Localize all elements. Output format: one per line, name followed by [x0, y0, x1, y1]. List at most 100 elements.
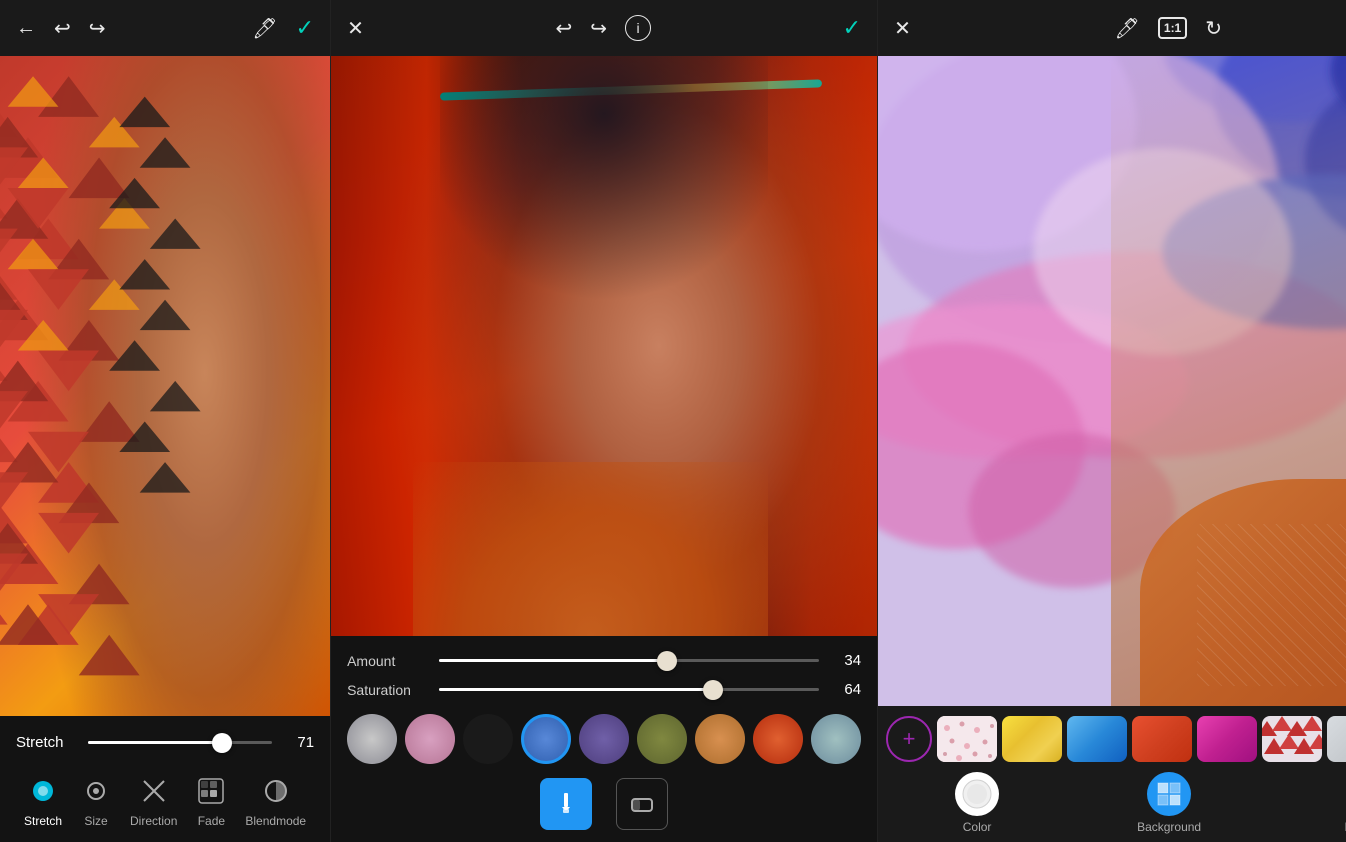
- color-swatches: [347, 704, 861, 772]
- saturation-label: Saturation: [347, 682, 427, 698]
- background-icon: [1147, 772, 1191, 816]
- bg-swatch-1[interactable]: [1002, 716, 1062, 762]
- stretch-slider-thumb[interactable]: [212, 733, 232, 753]
- tool-size-label: Size: [84, 814, 107, 828]
- background-panel: ✕ 🖊 1:1 ↻ ✓: [878, 0, 1346, 842]
- swatch-3[interactable]: [521, 714, 571, 764]
- stretch-icon: [25, 773, 61, 809]
- back-button[interactable]: ←: [16, 17, 36, 40]
- panel2-undo-button[interactable]: ↩: [555, 16, 572, 41]
- panel3-close-button[interactable]: ✕: [894, 16, 911, 41]
- panel1-topbar: ← ↩ ↪ 🖊 ✓: [0, 0, 330, 56]
- bg-swatch-6[interactable]: [1327, 716, 1346, 762]
- add-background-button[interactable]: +: [886, 716, 932, 762]
- saturation-slider-track[interactable]: [439, 688, 819, 691]
- bg-type-color-label: Color: [963, 820, 992, 834]
- panel2-center-icons: ↩ ↪ i: [555, 15, 651, 41]
- stretch-slider-row: Stretch 71: [16, 726, 314, 763]
- saturation-fill: [439, 688, 713, 691]
- brush-tools: [347, 772, 861, 832]
- bg-swatch-4[interactable]: [1197, 716, 1257, 762]
- amount-slider-track[interactable]: [439, 659, 819, 662]
- swatch-5[interactable]: [637, 714, 687, 764]
- tool-blendmode[interactable]: Blendmode: [237, 769, 314, 832]
- tool-fade[interactable]: Fade: [185, 769, 237, 832]
- bg-type-background-label: Background: [1137, 820, 1201, 834]
- panel3-topbar: ✕ 🖊 1:1 ↻ ✓: [878, 0, 1346, 56]
- swatch-7[interactable]: [753, 714, 803, 764]
- tool-direction-label: Direction: [130, 814, 177, 828]
- dress-pattern: [1197, 524, 1346, 687]
- amount-value: 34: [831, 652, 861, 669]
- face-layer: [0, 56, 330, 716]
- colorsplash-panel: ✕ ↩ ↪ i ✓ Amount 34: [331, 0, 878, 842]
- panel2-image: [331, 56, 877, 636]
- swatch-4[interactable]: [579, 714, 629, 764]
- stretch-label: Stretch: [16, 734, 76, 751]
- blendmode-icon: [258, 773, 294, 809]
- bg-type-color[interactable]: Color: [955, 772, 999, 834]
- amount-label: Amount: [347, 653, 427, 669]
- panel1-left-icons: ← ↩ ↪: [16, 16, 106, 41]
- saturation-value: 64: [831, 681, 861, 698]
- tool-direction[interactable]: Direction: [122, 769, 185, 832]
- panel2-topbar: ✕ ↩ ↪ i ✓: [331, 0, 877, 56]
- panel3-eraser-button[interactable]: 🖊: [1115, 16, 1140, 41]
- paint-brush-button[interactable]: [540, 778, 592, 830]
- stretch-slider-track[interactable]: [88, 741, 272, 744]
- panel2-close-button[interactable]: ✕: [347, 16, 364, 41]
- eraser-tool-button[interactable]: [616, 778, 668, 830]
- swatch-2[interactable]: [463, 714, 513, 764]
- panel1-right-icons: 🖊 ✓: [252, 15, 314, 41]
- panel2-redo-button[interactable]: ↪: [590, 16, 607, 41]
- swatch-0[interactable]: [347, 714, 397, 764]
- eraser-button[interactable]: 🖊: [252, 16, 277, 41]
- redo-button[interactable]: ↪: [89, 16, 106, 41]
- panel3-bottom: +: [878, 706, 1346, 842]
- bg-swatch-3[interactable]: [1132, 716, 1192, 762]
- panel2-confirm-button[interactable]: ✓: [843, 15, 861, 41]
- panel3-refresh-button[interactable]: ↻: [1205, 16, 1222, 41]
- amount-thumb[interactable]: [657, 651, 677, 671]
- tool-size[interactable]: Size: [70, 769, 122, 832]
- swatch-1[interactable]: [405, 714, 455, 764]
- tool-blendmode-label: Blendmode: [245, 814, 306, 828]
- saturation-slider-row: Saturation 64: [347, 675, 861, 704]
- image-icon: [1339, 772, 1346, 816]
- stretch-value: 71: [284, 734, 314, 751]
- swatch-6[interactable]: [695, 714, 745, 764]
- grid-icon: [1156, 781, 1182, 807]
- tool-stretch-label: Stretch: [24, 814, 62, 828]
- stretch-panel: ← ↩ ↪ 🖊 ✓: [0, 0, 331, 842]
- swatch-8[interactable]: [811, 714, 861, 764]
- panel3-ratio-button[interactable]: 1:1: [1158, 17, 1187, 39]
- confirm-button[interactable]: ✓: [296, 15, 314, 41]
- bg-swatches-row: +: [886, 712, 1346, 766]
- brush-icon: [553, 791, 579, 817]
- panel1-bottom: Stretch 71 Stretch: [0, 716, 330, 842]
- panel2-info-button[interactable]: i: [625, 15, 651, 41]
- fade-icon: [193, 773, 229, 809]
- circle-icon: [961, 778, 993, 810]
- eraser-icon: [629, 791, 655, 817]
- bg-type-image[interactable]: Image: [1339, 772, 1346, 834]
- panel3-image: [878, 56, 1346, 706]
- panel2-bottom: Amount 34 Saturation 64: [331, 636, 877, 842]
- swatch-pattern-5: [1262, 716, 1322, 762]
- swatch-pattern-0: [937, 716, 997, 762]
- color-icon: [955, 772, 999, 816]
- saturation-thumb[interactable]: [703, 680, 723, 700]
- size-icon: [78, 773, 114, 809]
- bg-type-background[interactable]: Background: [1137, 772, 1201, 834]
- bg-swatch-0[interactable]: [937, 716, 997, 762]
- tool-stretch[interactable]: Stretch: [16, 769, 70, 832]
- undo-button[interactable]: ↩: [54, 16, 71, 41]
- direction-icon: [136, 773, 172, 809]
- dress-layer: [413, 462, 768, 636]
- tool-fade-label: Fade: [198, 814, 225, 828]
- bg-swatch-2[interactable]: [1067, 716, 1127, 762]
- panel3-right-icons: 🖊 1:1 ↻: [1115, 16, 1223, 41]
- bg-swatch-5[interactable]: [1262, 716, 1322, 762]
- bg-type-row: Color Background: [886, 766, 1346, 836]
- panel1-image: [0, 56, 330, 716]
